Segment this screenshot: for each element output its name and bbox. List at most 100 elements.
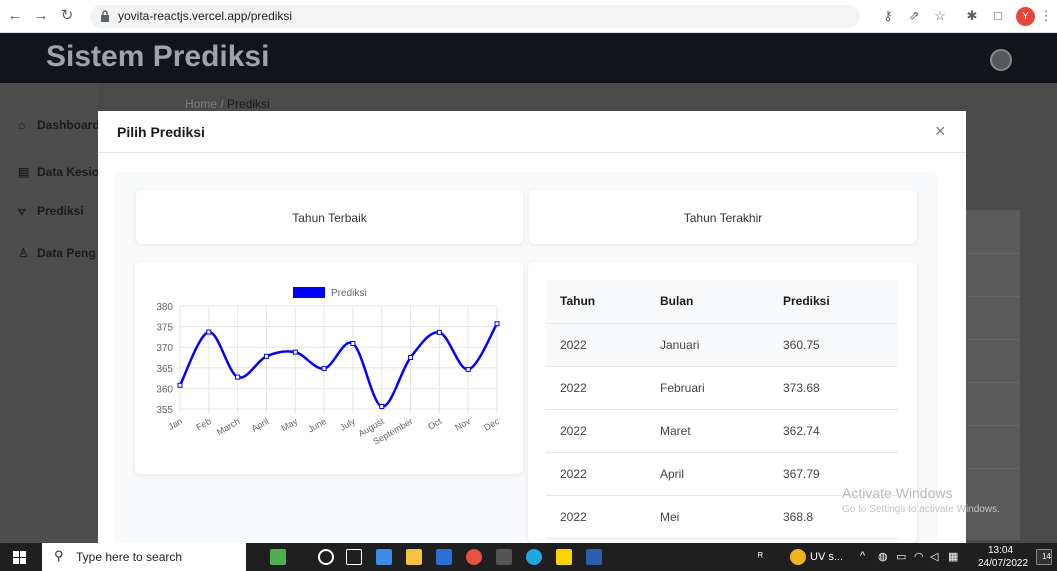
sidebar-item-prediksi[interactable]: ⦡ Prediksi: [18, 204, 84, 219]
x-tick-label: June: [306, 416, 328, 434]
sidebar-item-label: Data Kesio: [37, 165, 100, 179]
x-tick-label: Oct: [426, 416, 444, 432]
cell-tahun: 2022: [546, 495, 646, 539]
background-row-divider: [965, 425, 1020, 426]
forward-icon[interactable]: →: [32, 7, 50, 25]
store-icon[interactable]: [376, 549, 392, 565]
x-tick-label: July: [338, 416, 357, 433]
sidepanel-icon[interactable]: □: [990, 8, 1006, 24]
task-view-icon[interactable]: [346, 549, 362, 565]
extensions-icon[interactable]: ✱: [964, 8, 980, 24]
y-tick-label: 380: [156, 302, 173, 313]
cell-bulan: Januari: [646, 323, 769, 367]
address-bar[interactable]: yovita-reactjs.vercel.app/prediksi: [90, 5, 860, 28]
sidebar-item-label: Dashboard: [37, 118, 100, 132]
tray-keyboard-icon[interactable]: ▦: [948, 550, 958, 563]
breadcrumb-home[interactable]: Home: [185, 97, 217, 111]
prediction-modal: Pilih Prediksi × Tahun Terbaik Tahun Ter…: [98, 111, 966, 552]
sidebar-item-data-kesio[interactable]: ▤ Data Kesio: [18, 165, 99, 179]
profile-avatar[interactable]: Y: [1016, 7, 1035, 26]
clock-time[interactable]: 13:04: [988, 545, 1013, 556]
x-tick-label: Dec: [482, 416, 501, 433]
windows-taskbar: ⚲ Type here to search ᴿ UV s... ^ ◍ ▭ ◠ …: [0, 543, 1057, 571]
uv-app-label[interactable]: UV s...: [810, 551, 843, 563]
menu-icon[interactable]: ⋮: [1038, 8, 1054, 24]
tray-battery-icon[interactable]: ▭: [896, 550, 906, 563]
chart-card: 355 360 365 370 375 380 Jan Feb March April May Jun…: [135, 262, 523, 474]
cell-prediksi: 362.74: [769, 409, 898, 453]
home-icon: ⌂: [18, 118, 26, 132]
x-tick-label: Jan: [166, 416, 184, 432]
mail-icon[interactable]: [436, 549, 452, 565]
taskbar-search[interactable]: ⚲ Type here to search: [42, 543, 246, 571]
table-header-row: Tahun Bulan Prediksi: [546, 280, 898, 324]
cell-tahun: 2022: [546, 409, 646, 453]
x-tick-label: April: [250, 416, 271, 434]
background-table: [965, 210, 1020, 540]
legend-swatch: [293, 287, 325, 298]
cell-bulan: April: [646, 452, 769, 496]
people-icon[interactable]: ᴿ: [758, 551, 763, 563]
x-tick-label: March: [215, 416, 242, 437]
breadcrumb-current: Prediksi: [227, 97, 270, 111]
file-explorer-icon[interactable]: [406, 549, 422, 565]
header-tahun: Tahun: [546, 280, 646, 324]
sidebar-item-label: Prediksi: [37, 204, 84, 218]
cell-bulan: Februari: [646, 366, 769, 410]
background-row-divider: [965, 468, 1020, 469]
last-year-label: Tahun Terakhir: [683, 211, 763, 225]
uv-app-icon[interactable]: [790, 549, 806, 565]
edge-icon[interactable]: [526, 549, 542, 565]
user-icon: ♙: [18, 246, 29, 260]
sidebar-item-data-peng[interactable]: ♙ Data Peng: [18, 246, 96, 260]
data-point: [235, 374, 241, 380]
cortana-icon[interactable]: [318, 549, 334, 565]
photos-icon[interactable]: [496, 549, 512, 565]
data-point: [321, 366, 327, 372]
clock-date[interactable]: 24/07/2022: [978, 558, 1028, 569]
reload-icon[interactable]: ↻: [58, 7, 76, 25]
data-point: [292, 349, 298, 355]
cell-prediksi: 368.8: [769, 495, 898, 539]
sidebar-item-dashboard[interactable]: ⌂ Dashboard: [18, 118, 100, 132]
series-line-prediksi: [178, 323, 499, 408]
cell-prediksi: 360.75: [769, 323, 898, 367]
windows-start-icon[interactable]: [13, 551, 26, 564]
cell-bulan: Maret: [646, 409, 769, 453]
modal-header: Pilih Prediksi ×: [98, 111, 966, 153]
tray-chevron-icon[interactable]: ^: [860, 550, 865, 562]
y-tick-label: 360: [156, 384, 173, 395]
search-icon: ⚲: [54, 548, 64, 563]
cell-tahun: 2022: [546, 366, 646, 410]
sticky-notes-icon[interactable]: [556, 549, 572, 565]
cell-tahun: 2022: [546, 323, 646, 367]
tray-volume-icon[interactable]: ◁: [930, 550, 938, 563]
document-icon: ▤: [18, 165, 30, 179]
chrome-icon[interactable]: [466, 549, 482, 565]
y-tick-label: 365: [156, 364, 173, 375]
notification-count: 14: [1042, 552, 1051, 561]
tray-network-icon[interactable]: ◍: [878, 550, 888, 563]
background-row-divider: [965, 382, 1020, 383]
notification-icon[interactable]: 14: [1036, 549, 1052, 565]
x-tick-label: Feb: [194, 416, 212, 432]
user-avatar[interactable]: [990, 49, 1012, 71]
lock-icon: [101, 10, 109, 22]
tray-wifi-icon[interactable]: ◠: [914, 550, 924, 563]
key-icon[interactable]: ⚷: [880, 8, 896, 24]
last-year-card[interactable]: Tahun Terakhir: [529, 190, 917, 244]
best-year-label: Tahun Terbaik: [292, 211, 367, 225]
data-point: [177, 382, 183, 388]
header-bulan: Bulan: [646, 280, 769, 324]
best-year-card[interactable]: Tahun Terbaik: [136, 190, 523, 244]
star-icon[interactable]: ☆: [932, 8, 948, 24]
browser-toolbar: ← → ↻ yovita-reactjs.vercel.app/prediksi…: [0, 0, 1057, 33]
word-icon[interactable]: [586, 549, 602, 565]
data-point: [436, 329, 442, 335]
weather-icon[interactable]: [270, 549, 286, 565]
share-icon[interactable]: ⇗: [906, 8, 922, 24]
back-icon[interactable]: ←: [6, 7, 24, 25]
sidebar: ⌂ Dashboard ▤ Data Kesio ⦡ Prediksi ♙ Data P…: [0, 83, 100, 543]
close-icon[interactable]: ×: [935, 121, 946, 142]
y-tick-label: 355: [156, 405, 173, 416]
